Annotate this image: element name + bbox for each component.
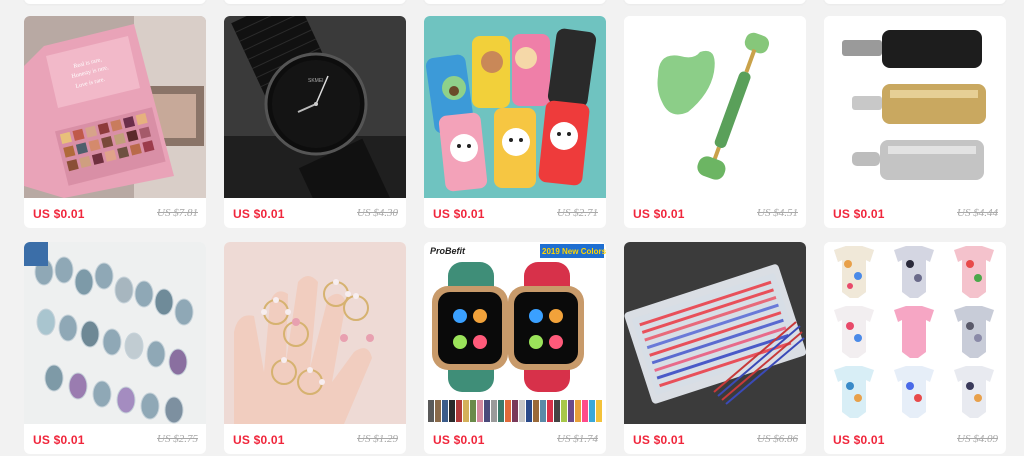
sale-price: US $0.01 xyxy=(833,207,885,221)
price-row: US $0.01 US $4.09 xyxy=(824,424,1006,454)
jade-roller-image[interactable] xyxy=(624,16,806,198)
product-grid: Real is rare, Honesty is rare, Love is r… xyxy=(0,0,1024,456)
original-price: US $6.86 xyxy=(757,433,798,445)
original-price: US $1.74 xyxy=(557,433,598,445)
baby-bodysuits-image[interactable] xyxy=(824,242,1006,424)
product-card[interactable]: US $0.01 US $2.71 xyxy=(424,16,606,228)
original-price: US $2.71 xyxy=(557,207,598,219)
price-row: US $0.01 US $4.44 xyxy=(824,198,1006,228)
price-row: US $0.01 US $1.74 xyxy=(424,424,606,454)
magnetic-adapters-image[interactable] xyxy=(824,16,1006,198)
price-row: US $0.01 US $7.81 xyxy=(24,198,206,228)
banner-label: 2019 New Colors xyxy=(542,247,606,256)
smartwatch-bands-image[interactable]: ProBefit 2019 New Colors xyxy=(424,242,606,424)
sale-price: US $0.01 xyxy=(233,433,285,447)
sale-price: US $0.01 xyxy=(833,433,885,447)
sale-price: US $0.01 xyxy=(233,207,285,221)
sale-price: US $0.01 xyxy=(33,207,85,221)
original-price: US $4.51 xyxy=(757,207,798,219)
phone-cases-image[interactable] xyxy=(424,16,606,198)
original-price: US $2.75 xyxy=(157,433,198,445)
product-card[interactable]: Real is rare, Honesty is rare, Love is r… xyxy=(24,16,206,228)
product-card[interactable]: US $0.01 US $6.86 xyxy=(624,242,806,454)
product-card[interactable]: US $0.01 US $2.75 xyxy=(24,242,206,454)
price-row: US $0.01 US $2.75 xyxy=(24,424,206,454)
product-card[interactable]: US $0.01 US $4.51 xyxy=(624,16,806,228)
crystal-beads-image[interactable] xyxy=(24,242,206,424)
sale-price: US $0.01 xyxy=(433,433,485,447)
original-price: US $4.30 xyxy=(357,207,398,219)
brand-label: ProBefit xyxy=(430,246,466,256)
price-row: US $0.01 US $6.86 xyxy=(624,424,806,454)
product-card[interactable]: US $0.01 US $4.44 xyxy=(824,16,1006,228)
gel-pen-refills-image[interactable] xyxy=(624,242,806,424)
sale-price: US $0.01 xyxy=(433,207,485,221)
eyeshadow-palette-image[interactable]: Real is rare, Honesty is rare, Love is r… xyxy=(24,16,206,198)
flower-earrings-image[interactable] xyxy=(224,242,406,424)
product-card[interactable]: SKMEI US $0.01 US $4.30 xyxy=(224,16,406,228)
original-price: US $1.29 xyxy=(357,433,398,445)
product-card[interactable]: ProBefit 2019 New Colors US $0.01 US $1.… xyxy=(424,242,606,454)
original-price: US $7.81 xyxy=(157,207,198,219)
price-row: US $0.01 US $1.29 xyxy=(224,424,406,454)
price-row: US $0.01 US $2.71 xyxy=(424,198,606,228)
price-row: US $0.01 US $4.30 xyxy=(224,198,406,228)
price-row: US $0.01 US $4.51 xyxy=(624,198,806,228)
sale-price: US $0.01 xyxy=(633,207,685,221)
product-card[interactable]: US $0.01 US $4.09 xyxy=(824,242,1006,454)
black-wristwatch-image[interactable]: SKMEI xyxy=(224,16,406,198)
product-card[interactable]: US $0.01 US $1.29 xyxy=(224,242,406,454)
original-price: US $4.44 xyxy=(957,207,998,219)
sale-price: US $0.01 xyxy=(633,433,685,447)
sale-price: US $0.01 xyxy=(33,433,85,447)
original-price: US $4.09 xyxy=(957,433,998,445)
svg-text:SKMEI: SKMEI xyxy=(308,78,324,84)
